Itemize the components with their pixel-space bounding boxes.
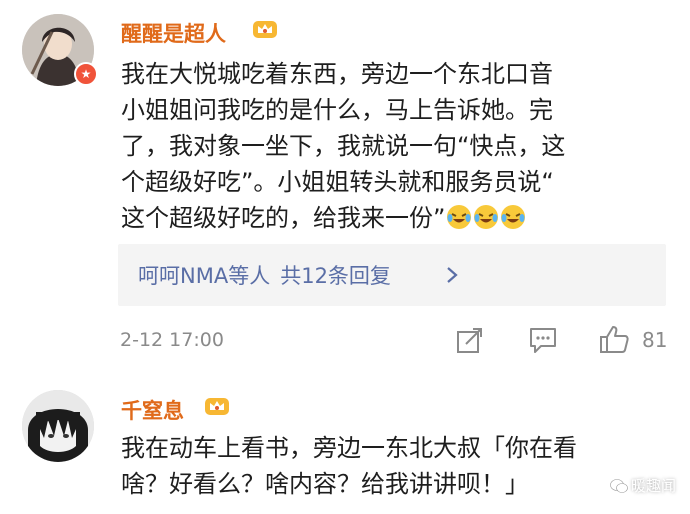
- laugh-cry-emoji-icon: [474, 205, 499, 229]
- comment-text: 我在动车上看书，旁边一东北大叔「你在看 啥？好看么？啥内容？给我讲讲呗！」: [121, 430, 577, 502]
- chevron-right-icon: [447, 267, 458, 283]
- laugh-cry-emoji-icon: [501, 205, 526, 229]
- text-line: 我在动车上看书，旁边一东北大叔「你在看: [121, 434, 577, 462]
- username[interactable]: 醒醒是超人: [121, 18, 226, 48]
- like-thumb-icon[interactable]: [598, 323, 630, 355]
- vip-crown-icon: [253, 21, 277, 38]
- username[interactable]: 千窒息: [121, 395, 184, 425]
- comment-1: ★ 醒醒是超人 我在大悦城吃着东西，旁边一个东北口音 小姐姐问我吃的是什么，马上…: [0, 0, 690, 380]
- text-line: 这个超级好吃的，给我来一份”: [121, 200, 565, 236]
- wechat-icon: [610, 479, 628, 493]
- text-line: 小姐姐问我吃的是什么，马上告诉她。完: [121, 96, 553, 124]
- replies-label: 呵呵NMA等人 共12条回复: [138, 260, 391, 290]
- vip-crown-icon: [205, 398, 229, 415]
- text-line-last: 这个超级好吃的，给我来一份”: [121, 204, 446, 232]
- comment-text: 我在大悦城吃着东西，旁边一个东北口音 小姐姐问我吃的是什么，马上告诉她。完 了，…: [121, 56, 565, 236]
- replies-preview[interactable]: 呵呵NMA等人 共12条回复: [118, 244, 666, 306]
- timestamp: 2-12 17:00: [120, 329, 224, 351]
- comment-2: 千窒息 我在动车上看书，旁边一东北大叔「你在看 啥？好看么？啥内容？给我讲讲呗！…: [0, 380, 690, 514]
- watermark: 暖趣闻: [610, 475, 676, 496]
- portrait-icon: [22, 390, 94, 462]
- text-line: 了，我对象一坐下，我就说一句“快点，这: [121, 132, 566, 160]
- laugh-cry-emoji-icon: [447, 205, 472, 229]
- text-line: 啥？好看么？啥内容？给我讲讲呗！」: [121, 470, 529, 498]
- comment-icon[interactable]: [528, 326, 558, 354]
- text-line: 个超级好吃”。小姐姐转头就和服务员说“: [121, 168, 554, 196]
- watermark-text: 暖趣闻: [630, 477, 676, 495]
- verified-badge-icon: ★: [74, 62, 98, 86]
- repliers: 呵呵NMA等人: [138, 264, 271, 288]
- text-line: 我在大悦城吃着东西，旁边一个东北口音: [121, 60, 553, 88]
- share-icon[interactable]: [456, 326, 484, 354]
- like-count: 81: [642, 328, 668, 352]
- avatar[interactable]: [22, 390, 94, 462]
- reply-count: 共12条回复: [280, 264, 391, 288]
